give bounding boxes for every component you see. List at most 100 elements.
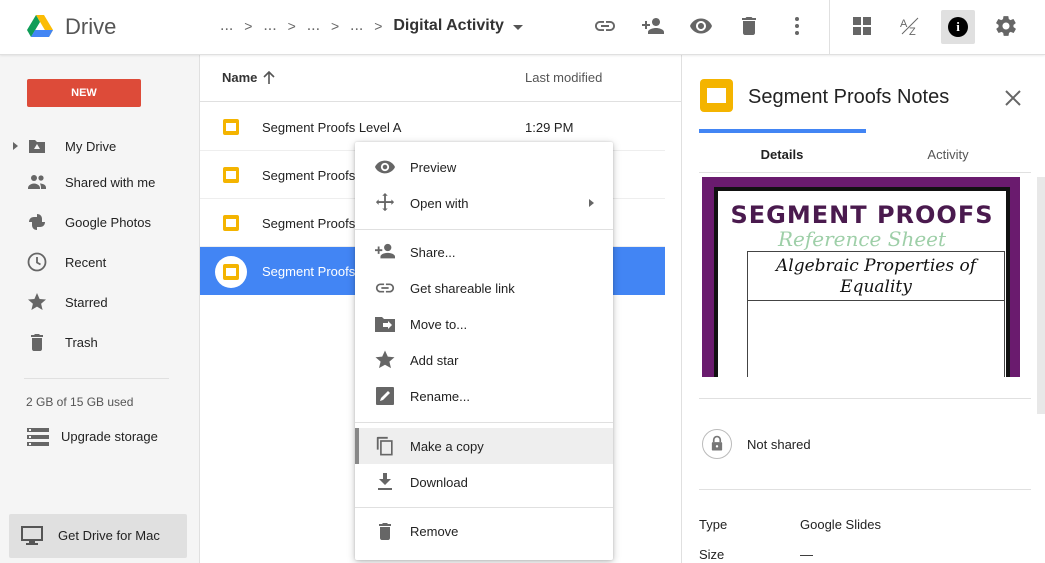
trash-icon[interactable] bbox=[737, 14, 761, 38]
arrow-up-icon bbox=[263, 71, 275, 84]
panel-scrollbar[interactable] bbox=[1037, 177, 1045, 414]
panel-divider bbox=[699, 398, 1031, 399]
sidebar-item-recent[interactable]: Recent bbox=[0, 244, 200, 280]
menu-item-remove[interactable]: Remove bbox=[355, 513, 613, 549]
info-button[interactable]: i bbox=[941, 10, 975, 44]
sidebar-item-my-drive[interactable]: My Drive bbox=[0, 128, 200, 164]
file-modified: 1:29 PM bbox=[525, 120, 574, 135]
add-person-icon bbox=[375, 243, 395, 259]
menu-item-label: Remove bbox=[410, 524, 459, 539]
menu-item-get-link[interactable]: Get shareable link bbox=[355, 270, 613, 306]
file-name: Segment Proofs bbox=[262, 168, 356, 183]
menu-item-rename[interactable]: Rename... bbox=[355, 378, 613, 414]
photos-pinwheel-icon bbox=[29, 214, 45, 230]
menu-item-label: Share... bbox=[410, 245, 456, 260]
sidebar-item-starred[interactable]: Starred bbox=[0, 284, 200, 320]
tab-details[interactable]: Details bbox=[699, 147, 865, 162]
menu-item-label: Rename... bbox=[410, 389, 470, 404]
preview-subtitle: Reference Sheet bbox=[777, 227, 947, 251]
slides-file-icon bbox=[223, 215, 239, 231]
trash-icon bbox=[379, 523, 391, 540]
upgrade-storage-link[interactable]: Upgrade storage bbox=[0, 418, 200, 454]
column-header-name[interactable]: Name bbox=[222, 70, 275, 85]
sidebar-item-label: Trash bbox=[65, 334, 98, 350]
link-icon bbox=[375, 283, 395, 293]
monitor-icon bbox=[21, 526, 43, 545]
expand-arrow-icon[interactable] bbox=[13, 142, 18, 150]
column-header-modified[interactable]: Last modified bbox=[525, 70, 602, 85]
menu-item-make-copy[interactable]: Make a copy bbox=[355, 428, 613, 464]
breadcrumb-item[interactable]: ... bbox=[263, 17, 276, 35]
add-person-icon[interactable] bbox=[641, 14, 665, 38]
copy-icon bbox=[376, 436, 393, 456]
breadcrumb-item[interactable]: ... bbox=[307, 17, 320, 35]
move-arrows-icon bbox=[375, 193, 395, 212]
sidebar-item-google-photos[interactable]: Google Photos bbox=[0, 204, 200, 240]
sidebar-item-label: My Drive bbox=[65, 138, 117, 154]
menu-item-open-with[interactable]: Open with bbox=[355, 185, 613, 221]
details-panel: Segment Proofs Notes Details Activity SE… bbox=[681, 55, 1045, 563]
submenu-arrow-icon bbox=[589, 199, 594, 207]
current-folder-label: Digital Activity bbox=[393, 17, 504, 34]
breadcrumb: ... > ... > ... > ... > Digital Activity bbox=[220, 17, 523, 35]
new-button[interactable]: NEW bbox=[27, 79, 141, 107]
link-icon[interactable] bbox=[593, 14, 617, 38]
drive-logo-icon[interactable] bbox=[27, 15, 53, 37]
trash-icon bbox=[31, 334, 43, 351]
menu-item-move-to[interactable]: Move to... bbox=[355, 306, 613, 342]
file-name: Segment Proofs Level A bbox=[262, 120, 402, 135]
svg-text:Z: Z bbox=[909, 26, 916, 38]
eye-icon[interactable] bbox=[689, 14, 713, 38]
people-icon bbox=[28, 175, 46, 189]
chevron-right-icon: > bbox=[244, 18, 253, 34]
sidebar-item-trash[interactable]: Trash bbox=[0, 324, 200, 360]
context-menu: Preview Open with Share... Get shareable… bbox=[355, 142, 613, 560]
sidebar-divider bbox=[24, 378, 169, 379]
tab-activity[interactable]: Activity bbox=[865, 147, 1031, 162]
edit-icon bbox=[376, 387, 394, 405]
info-icon: i bbox=[948, 17, 968, 37]
menu-item-preview[interactable]: Preview bbox=[355, 149, 613, 185]
chevron-right-icon: > bbox=[374, 18, 383, 34]
slides-file-icon bbox=[700, 79, 733, 112]
list-header: Name Last modified bbox=[200, 55, 681, 102]
upgrade-storage-label: Upgrade storage bbox=[61, 429, 158, 444]
breadcrumb-item[interactable]: ... bbox=[220, 17, 233, 35]
details-tabs: Details Activity bbox=[699, 129, 1031, 173]
grid-view-icon[interactable] bbox=[850, 14, 874, 38]
get-drive-button[interactable]: Get Drive for Mac bbox=[9, 514, 187, 558]
menu-item-label: Make a copy bbox=[410, 439, 484, 454]
menu-item-label: Add star bbox=[410, 353, 459, 368]
folder-move-icon bbox=[375, 317, 395, 332]
menu-divider bbox=[355, 507, 613, 508]
meta-type-label: Type bbox=[699, 517, 728, 532]
sidebar: NEW My Drive Shared with me Google Photo… bbox=[0, 55, 200, 563]
sidebar-item-shared-with-me[interactable]: Shared with me bbox=[0, 164, 200, 200]
menu-item-add-star[interactable]: Add star bbox=[355, 342, 613, 378]
menu-item-label: Get shareable link bbox=[410, 281, 515, 296]
sort-az-icon[interactable]: A Z bbox=[898, 14, 922, 38]
preview-page: SEGMENT PROOFS Reference Sheet Algebraic… bbox=[714, 187, 1010, 377]
star-icon bbox=[28, 293, 46, 310]
menu-item-share[interactable]: Share... bbox=[355, 234, 613, 270]
lock-icon bbox=[702, 429, 732, 459]
meta-size-value: — bbox=[800, 547, 813, 562]
active-tab-indicator bbox=[699, 129, 866, 133]
svg-text:A: A bbox=[900, 18, 908, 30]
gear-icon[interactable] bbox=[994, 14, 1018, 38]
sidebar-item-label: Google Photos bbox=[65, 214, 152, 230]
menu-item-download[interactable]: Download bbox=[355, 464, 613, 500]
file-name: Segment Proofs bbox=[262, 264, 356, 279]
breadcrumb-item[interactable]: ... bbox=[350, 17, 363, 35]
sidebar-item-label: Shared with me bbox=[65, 174, 156, 190]
app-title[interactable]: Drive bbox=[65, 14, 116, 40]
selected-icon-bubble bbox=[215, 256, 247, 288]
more-vert-icon[interactable] bbox=[785, 14, 809, 38]
menu-item-label: Download bbox=[410, 475, 468, 490]
chevron-right-icon: > bbox=[330, 18, 340, 34]
clock-icon bbox=[27, 252, 47, 272]
close-icon[interactable] bbox=[1002, 87, 1024, 109]
file-preview-thumbnail[interactable]: SEGMENT PROOFS Reference Sheet Algebraic… bbox=[702, 177, 1020, 377]
breadcrumb-current-folder[interactable]: Digital Activity bbox=[393, 17, 523, 35]
preview-table-line bbox=[748, 300, 1004, 301]
